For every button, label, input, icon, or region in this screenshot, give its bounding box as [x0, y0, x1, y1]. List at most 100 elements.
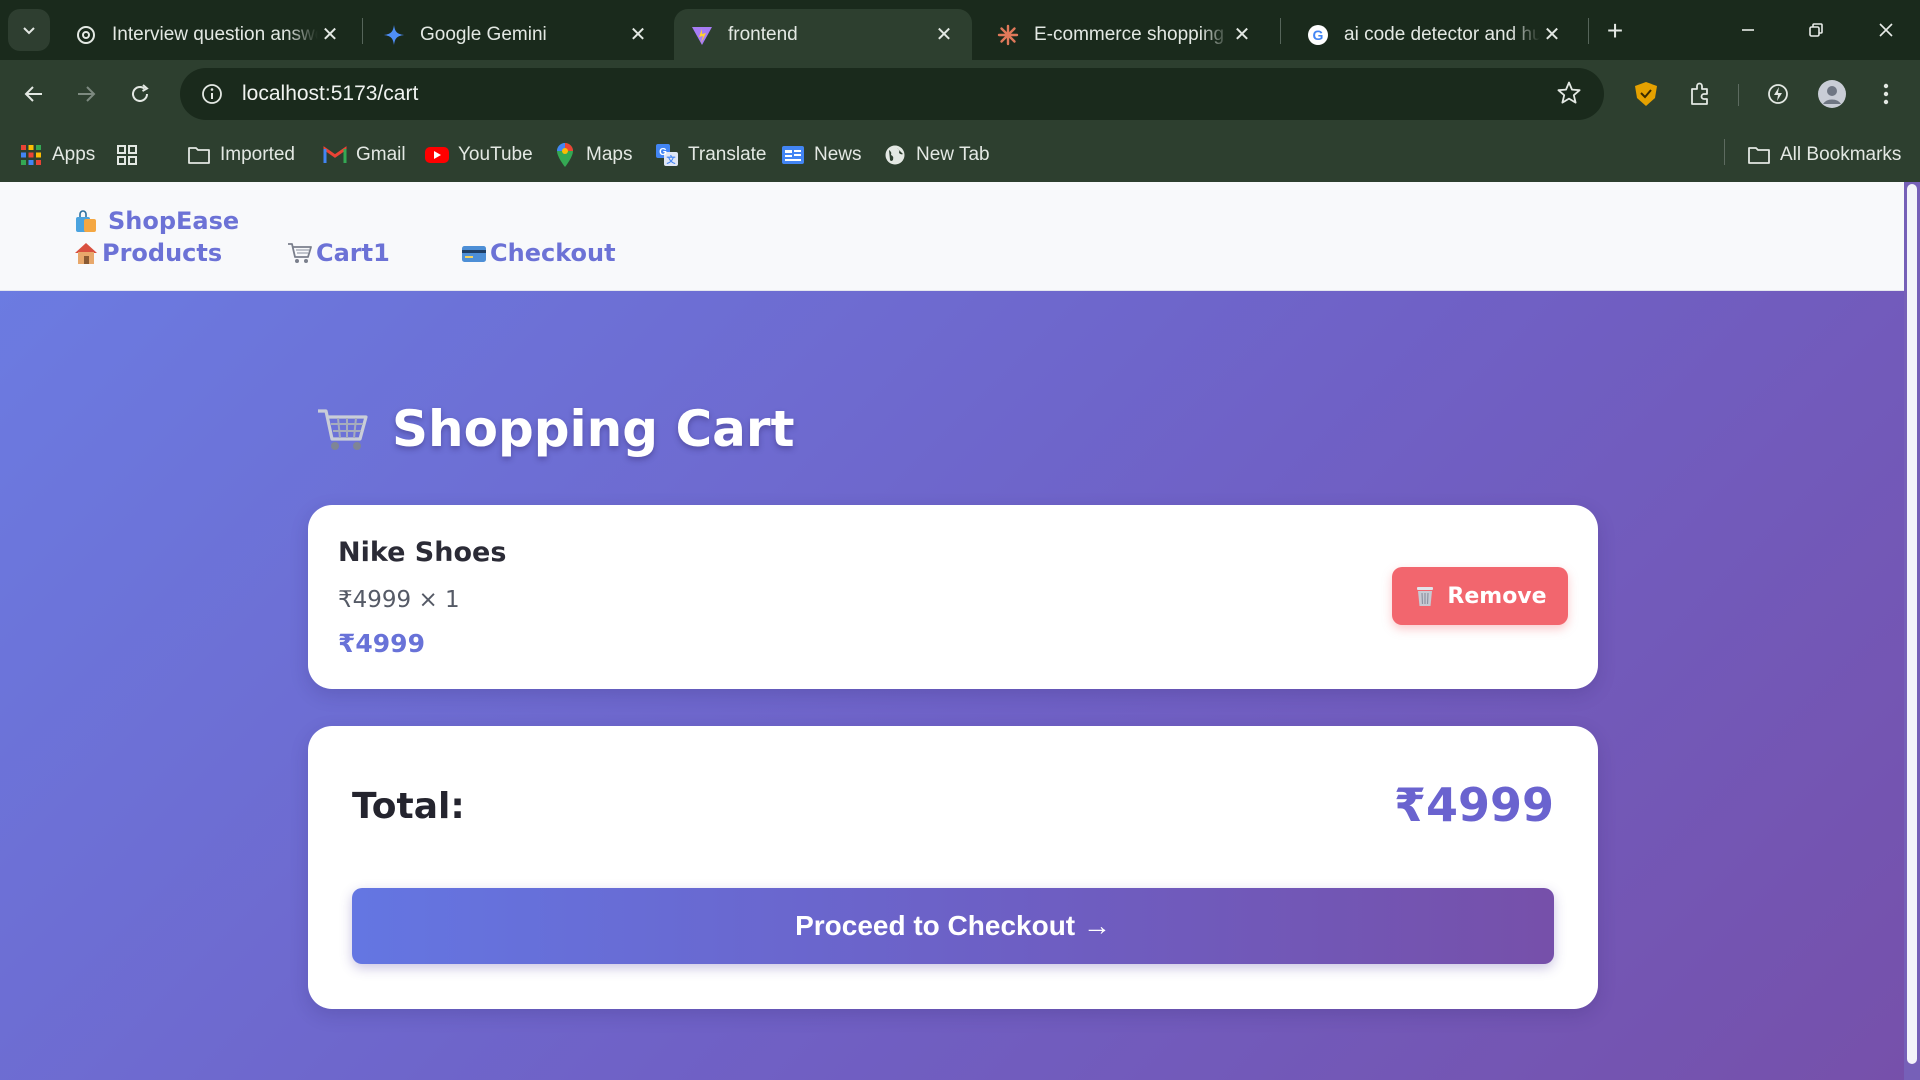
bookmark-newtab[interactable]: New Tab — [882, 139, 990, 171]
tab-strip: Interview question answe ✕ Google Gemini… — [0, 0, 1920, 60]
all-bookmarks-button[interactable]: All Bookmarks — [1746, 139, 1901, 171]
page-title: Shopping Cart — [314, 400, 794, 458]
minimize-button[interactable] — [1722, 8, 1774, 52]
translate-icon: G文 — [654, 142, 680, 168]
brave-shield-icon[interactable] — [1628, 76, 1664, 112]
bookmarks-divider — [1724, 139, 1725, 165]
browser-toolbar: localhost:5173/cart — [0, 60, 1920, 128]
close-window-button[interactable] — [1860, 8, 1912, 52]
bookmark-label: Maps — [586, 144, 633, 165]
nav-cart[interactable]: Cart1 — [286, 239, 390, 267]
tab-search-button[interactable] — [8, 9, 50, 51]
tab-gemini[interactable]: Google Gemini ✕ — [366, 9, 666, 60]
gemini-icon — [382, 23, 406, 47]
nav-label: Cart1 — [316, 239, 390, 267]
nav-checkout[interactable]: Checkout — [460, 239, 616, 267]
url-text[interactable]: localhost:5173/cart — [242, 82, 418, 106]
close-icon[interactable]: ✕ — [318, 23, 342, 47]
bookmark-maps[interactable]: Maps — [552, 139, 632, 171]
page-viewport: ShopEase Products Cart1 Checkout Shoppin… — [0, 182, 1920, 1080]
folder-icon — [186, 142, 212, 168]
total-value: ₹4999 — [1393, 778, 1554, 832]
site-navbar: ShopEase Products Cart1 Checkout — [0, 182, 1904, 291]
openai-icon — [74, 23, 98, 47]
tab-ecommerce[interactable]: E-commerce shopping ca ✕ — [980, 9, 1270, 60]
forward-button[interactable] — [64, 72, 108, 116]
proceed-to-checkout-button[interactable]: Proceed to Checkout → — [352, 888, 1554, 964]
shopping-cart-icon — [286, 239, 314, 267]
folder-icon — [1746, 142, 1772, 168]
extensions-icon[interactable] — [1682, 76, 1718, 112]
remove-button[interactable]: Remove — [1392, 567, 1568, 625]
news-icon — [780, 142, 806, 168]
page-title-text: Shopping Cart — [392, 400, 795, 458]
reload-button[interactable] — [118, 72, 162, 116]
total-label: Total: — [352, 786, 465, 827]
claude-icon — [996, 23, 1020, 47]
scrollbar[interactable] — [1904, 182, 1920, 1080]
tab-frontend[interactable]: frontend ✕ — [674, 9, 972, 60]
new-tab-button[interactable]: + — [1598, 14, 1632, 48]
bookmark-youtube[interactable]: YouTube — [424, 139, 533, 171]
house-icon — [72, 239, 100, 267]
bookmarks-bar: Apps Imported Gmail YouTube Maps G文 Tran… — [0, 128, 1920, 182]
tab-interview[interactable]: Interview question answe ✕ — [58, 9, 358, 60]
vite-icon — [690, 23, 714, 47]
globe-icon — [882, 142, 908, 168]
gmail-icon — [322, 142, 348, 168]
bookmark-label: All Bookmarks — [1780, 144, 1902, 165]
close-icon[interactable]: ✕ — [1540, 23, 1564, 47]
bookmark-imported[interactable]: Imported — [186, 139, 295, 171]
scrollbar-thumb[interactable] — [1907, 184, 1917, 1064]
restore-icon — [1809, 23, 1823, 37]
close-icon[interactable]: ✕ — [1230, 23, 1254, 47]
tab-title: Interview question answe — [112, 23, 318, 45]
nav-label: Products — [102, 239, 223, 267]
item-price-quantity: ₹4999 × 1 — [338, 587, 460, 613]
grid-icon — [114, 142, 140, 168]
bookmark-label: New Tab — [916, 144, 990, 165]
nav-products[interactable]: Products — [72, 239, 222, 267]
tab-divider — [362, 18, 363, 44]
bookmark-apps[interactable]: Apps — [18, 139, 95, 171]
tab-groups-button[interactable] — [114, 139, 148, 171]
minimize-icon — [1742, 29, 1754, 31]
chevron-down-icon — [23, 27, 35, 35]
bookmark-label: News — [814, 144, 862, 165]
arrow-right-icon — [78, 86, 96, 102]
maps-pin-icon — [552, 142, 578, 168]
cart-summary: Total: ₹4999 Proceed to Checkout → — [308, 726, 1598, 1009]
brand-name: ShopEase — [108, 207, 240, 235]
bookmark-news[interactable]: News — [780, 139, 862, 171]
bookmark-translate[interactable]: G文 Translate — [654, 139, 767, 171]
tab-divider — [1280, 18, 1281, 44]
tab-title: Google Gemini — [420, 23, 547, 45]
profile-avatar[interactable] — [1814, 76, 1850, 112]
close-icon — [1879, 23, 1893, 37]
bookmark-gmail[interactable]: Gmail — [322, 139, 406, 171]
remove-label: Remove — [1447, 583, 1547, 609]
shopping-bags-icon — [72, 207, 100, 235]
performance-icon[interactable] — [1760, 76, 1796, 112]
item-subtotal: ₹4999 — [338, 629, 425, 658]
credit-card-icon — [460, 239, 488, 267]
shopping-cart-icon — [314, 403, 372, 455]
bookmark-label: Translate — [688, 144, 767, 165]
bookmark-label: Apps — [52, 144, 96, 165]
close-icon[interactable]: ✕ — [932, 23, 956, 47]
address-bar[interactable]: localhost:5173/cart — [180, 68, 1604, 120]
bookmark-star-icon[interactable] — [1556, 80, 1582, 111]
nav-label: Checkout — [490, 239, 616, 267]
arrow-left-icon — [24, 86, 42, 102]
cart-item: Nike Shoes ₹4999 × 1 ₹4999 Remove — [308, 505, 1598, 689]
close-icon[interactable]: ✕ — [626, 23, 650, 47]
site-info-icon[interactable] — [194, 76, 230, 112]
brand-logo[interactable]: ShopEase — [72, 207, 239, 235]
youtube-icon — [424, 142, 450, 168]
bookmark-label: Imported — [220, 144, 295, 165]
back-button[interactable] — [12, 72, 56, 116]
trash-icon — [1413, 584, 1437, 608]
restore-button[interactable] — [1790, 8, 1842, 52]
tab-ai-detector[interactable]: G ai code detector and hun ✕ — [1290, 9, 1580, 60]
more-menu-icon[interactable] — [1868, 76, 1904, 112]
